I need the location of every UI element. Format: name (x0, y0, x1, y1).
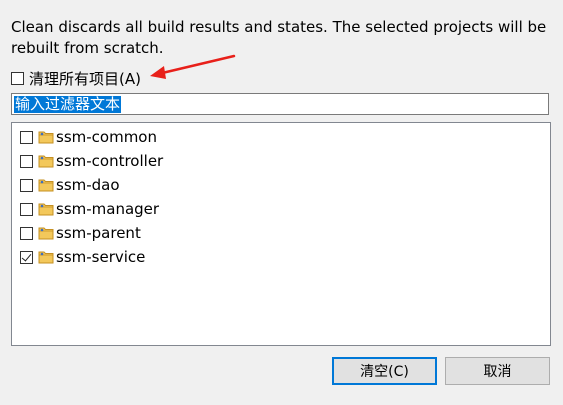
project-name: ssm-manager (56, 200, 160, 218)
cancel-button[interactable]: 取消 (445, 357, 550, 385)
project-checkbox[interactable] (20, 178, 33, 192)
filter-input[interactable]: 输入过滤器文本 (11, 93, 549, 115)
project-name: ssm-service (56, 248, 146, 266)
project-folder-icon (38, 251, 54, 264)
project-folder-icon (38, 131, 54, 144)
project-item-ssm-common[interactable]: ssm-common (20, 126, 157, 148)
project-name: ssm-dao (56, 176, 120, 194)
project-folder-icon (38, 203, 54, 216)
project-checkbox[interactable] (20, 130, 33, 144)
project-checkbox[interactable] (20, 202, 33, 216)
clean-all-projects-checkbox[interactable]: 清理所有项目(A) (11, 68, 141, 88)
project-item-ssm-dao[interactable]: ssm-dao (20, 174, 120, 196)
clean-all-label: 清理所有项目(A) (29, 69, 141, 88)
project-folder-icon (38, 227, 54, 240)
project-name: ssm-common (56, 128, 157, 146)
project-checkbox[interactable] (20, 226, 33, 240)
project-folder-icon (38, 155, 54, 168)
project-item-ssm-controller[interactable]: ssm-controller (20, 150, 163, 172)
description-text: Clean discards all build results and sta… (11, 18, 547, 57)
project-folder-icon (38, 179, 54, 192)
clean-all-checkbox-box[interactable] (11, 71, 24, 85)
project-item-ssm-manager[interactable]: ssm-manager (20, 198, 159, 220)
project-checkbox[interactable] (20, 250, 33, 264)
project-checkbox[interactable] (20, 154, 33, 168)
project-item-ssm-service[interactable]: ssm-service (20, 246, 145, 268)
project-name: ssm-controller (56, 152, 164, 170)
project-item-ssm-parent[interactable]: ssm-parent (20, 222, 141, 244)
red-arrow-annotation (150, 54, 236, 79)
filter-input-text: 输入过滤器文本 (14, 94, 122, 113)
project-name: ssm-parent (56, 224, 141, 242)
project-list[interactable]: ssm-common ssm-controller ssm-dao ssm-ma… (11, 122, 551, 346)
clean-button[interactable]: 清空(C) (332, 357, 437, 385)
